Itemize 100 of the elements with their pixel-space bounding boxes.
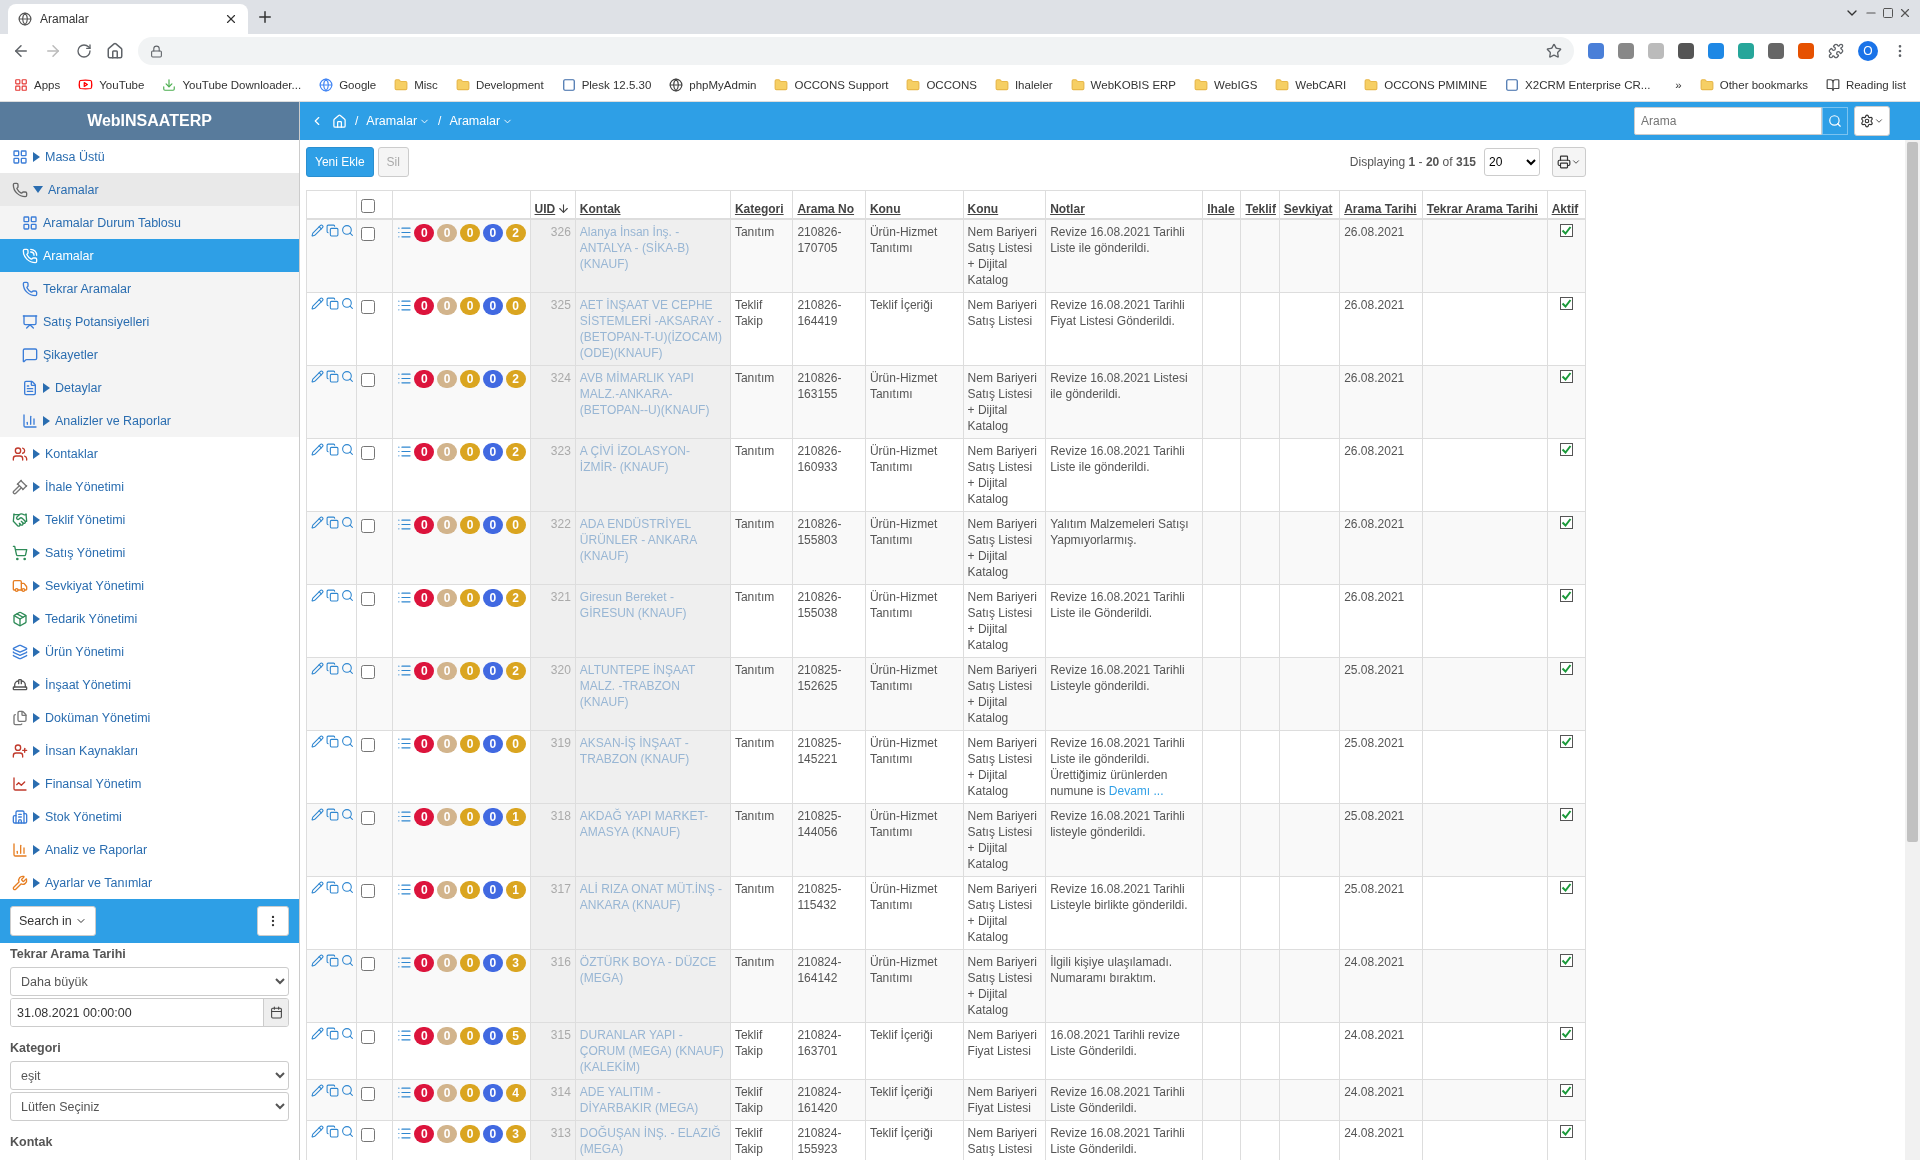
copy-icon[interactable] <box>326 223 339 237</box>
restore-icon[interactable] <box>1882 7 1894 19</box>
more-link[interactable]: Devamı ... <box>1108 783 1164 798</box>
bookmark[interactable]: Misc <box>394 77 438 92</box>
search-button[interactable] <box>1822 107 1848 135</box>
extension-icon[interactable] <box>1678 43 1694 59</box>
active-checkbox[interactable] <box>1559 223 1573 237</box>
operator-select[interactable]: eşit <box>10 1061 289 1090</box>
sidebar-item[interactable]: Satış Potansiyelleri <box>0 305 299 338</box>
copy-icon[interactable] <box>326 734 339 748</box>
edit-icon[interactable] <box>311 807 324 821</box>
active-checkbox[interactable] <box>1559 734 1573 748</box>
list-icon[interactable] <box>396 371 412 386</box>
row-checkbox[interactable] <box>361 810 376 825</box>
calendar-icon[interactable] <box>269 1006 283 1019</box>
edit-icon[interactable] <box>311 296 324 310</box>
edit-icon[interactable] <box>311 953 324 967</box>
extension-icon[interactable] <box>1708 43 1724 59</box>
edit-icon[interactable] <box>311 223 324 237</box>
copy-icon[interactable] <box>326 807 339 821</box>
search-icon[interactable] <box>341 953 354 967</box>
edit-icon[interactable] <box>311 1124 324 1138</box>
list-icon[interactable] <box>396 444 412 459</box>
browser-tab[interactable]: Aramalar <box>8 4 248 34</box>
list-icon[interactable] <box>396 1085 412 1100</box>
search-field[interactable]: Arama <box>1634 107 1822 135</box>
back-icon[interactable] <box>12 42 30 60</box>
search-icon[interactable] <box>341 734 354 748</box>
bookmark[interactable]: WebCARI <box>1275 77 1347 92</box>
copy-icon[interactable] <box>326 588 339 602</box>
active-checkbox[interactable] <box>1559 661 1573 675</box>
row-checkbox[interactable] <box>361 299 376 314</box>
puzzle-icon[interactable] <box>1828 43 1844 59</box>
list-icon[interactable] <box>396 663 412 678</box>
copy-icon[interactable] <box>326 880 339 894</box>
row-checkbox[interactable] <box>361 226 376 241</box>
active-checkbox[interactable] <box>1559 515 1573 529</box>
new-tab-icon[interactable] <box>256 8 274 26</box>
active-checkbox[interactable] <box>1559 1026 1573 1040</box>
search-icon[interactable] <box>341 1124 354 1138</box>
row-checkbox[interactable] <box>361 956 376 971</box>
sidebar-item[interactable]: Şikayetler <box>0 338 299 371</box>
edit-icon[interactable] <box>311 369 324 383</box>
row-checkbox[interactable] <box>361 883 376 898</box>
row-checkbox[interactable] <box>361 1086 376 1101</box>
sidebar-item[interactable]: Tekrar Aramalar <box>0 272 299 305</box>
search-icon[interactable] <box>341 369 354 383</box>
bookmark[interactable]: YouTube Downloader... <box>162 77 302 92</box>
copy-icon[interactable] <box>326 515 339 529</box>
page-size-select[interactable]: 20 <box>1484 148 1540 176</box>
copy-icon[interactable] <box>326 1124 339 1138</box>
search-icon[interactable] <box>341 442 354 456</box>
edit-icon[interactable] <box>311 515 324 529</box>
bookmark[interactable]: Plesk 12.5.30 <box>561 77 652 92</box>
list-icon[interactable] <box>396 736 412 751</box>
edit-icon[interactable] <box>311 661 324 675</box>
sidebar-item[interactable]: Aramalar <box>0 173 299 206</box>
search-icon[interactable] <box>341 588 354 602</box>
active-checkbox[interactable] <box>1559 1083 1573 1097</box>
edit-icon[interactable] <box>311 1083 324 1097</box>
settings-button[interactable] <box>1854 106 1890 136</box>
column-header[interactable]: Konu <box>967 201 999 216</box>
active-checkbox[interactable] <box>1559 442 1573 456</box>
row-checkbox[interactable] <box>361 1127 376 1142</box>
list-icon[interactable] <box>396 298 412 313</box>
copy-icon[interactable] <box>326 369 339 383</box>
search-in-button[interactable]: Search in <box>10 906 96 936</box>
row-checkbox[interactable] <box>361 591 376 606</box>
column-header[interactable]: Notlar <box>1050 201 1085 216</box>
search-icon[interactable] <box>341 223 354 237</box>
close-icon[interactable] <box>1898 6 1912 20</box>
list-icon[interactable] <box>396 225 412 240</box>
copy-icon[interactable] <box>326 442 339 456</box>
copy-icon[interactable] <box>326 953 339 967</box>
profile-avatar[interactable]: O <box>1858 41 1878 61</box>
more-bookmarks[interactable]: » <box>1675 78 1682 91</box>
edit-icon[interactable] <box>311 588 324 602</box>
bookmark[interactable]: OCCONS Support <box>774 77 889 92</box>
column-header[interactable]: Kontak <box>579 201 621 216</box>
bookmark[interactable]: Development <box>455 77 544 92</box>
bookmark[interactable]: YouTube <box>78 77 145 92</box>
close-icon[interactable] <box>224 12 238 26</box>
select-all-checkbox[interactable] <box>361 198 376 213</box>
value-select[interactable]: Lütfen Seçiniz <box>10 1092 289 1121</box>
active-checkbox[interactable] <box>1559 880 1573 894</box>
extension-icon[interactable] <box>1798 43 1814 59</box>
row-checkbox[interactable] <box>361 445 376 460</box>
bookmark[interactable]: OCCONS PMIMINE <box>1364 77 1488 92</box>
copy-icon[interactable] <box>326 296 339 310</box>
search-icon[interactable] <box>341 1083 354 1097</box>
list-icon[interactable] <box>396 517 412 532</box>
scrollbar[interactable] <box>1905 140 1920 1160</box>
sidebar-item[interactable]: Aramalar Durum Tablosu <box>0 206 299 239</box>
row-checkbox[interactable] <box>361 1029 376 1044</box>
edit-icon[interactable] <box>311 442 324 456</box>
more-button[interactable] <box>257 906 289 936</box>
edit-icon[interactable] <box>311 734 324 748</box>
home-icon[interactable] <box>106 42 124 60</box>
bookmark[interactable]: WebKOBIS ERP <box>1070 77 1177 92</box>
bookmark[interactable]: Apps <box>14 77 61 92</box>
